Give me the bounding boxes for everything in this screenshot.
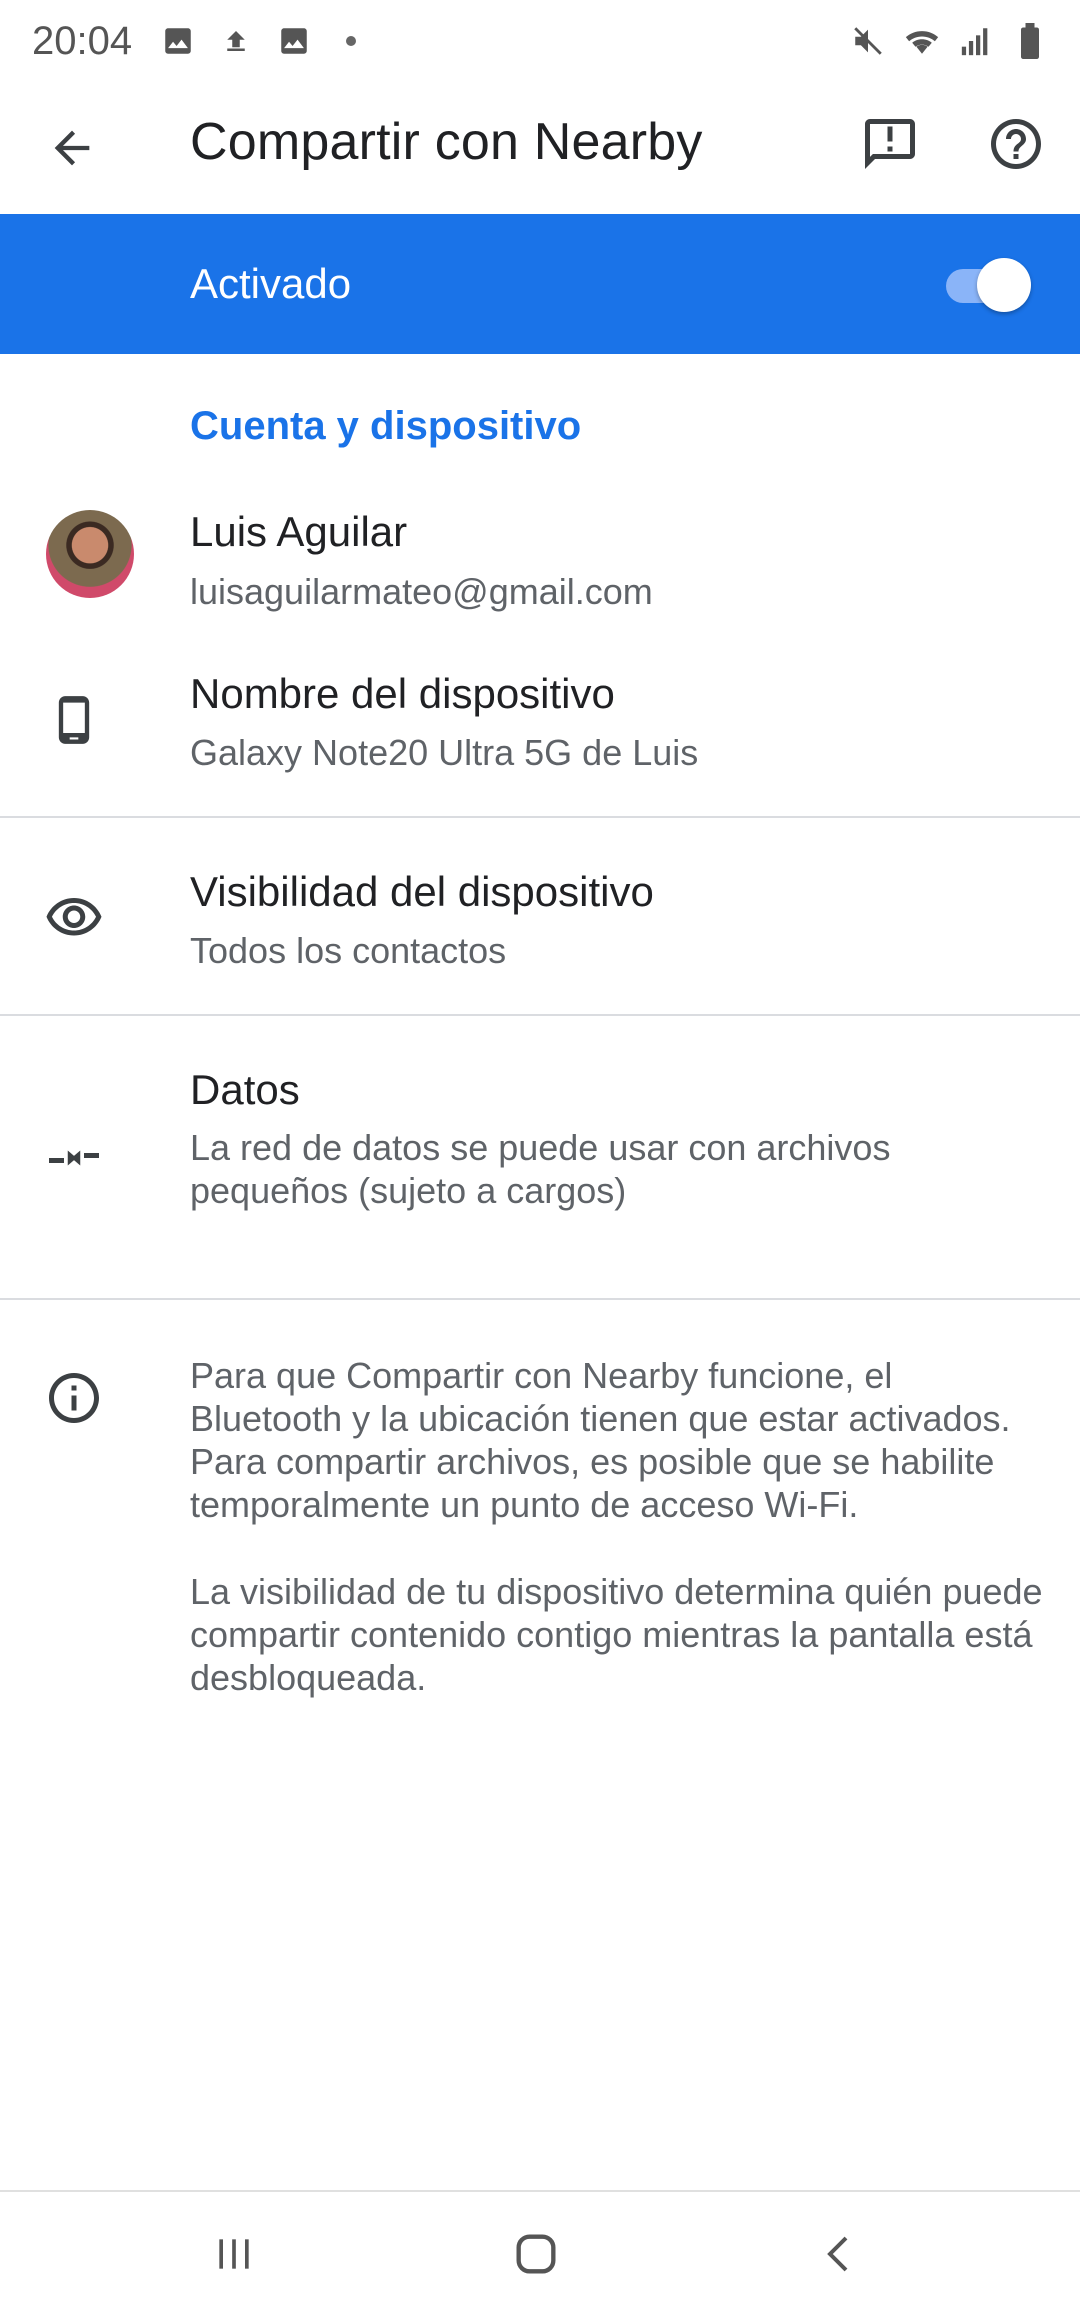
toggle-thumb [977,258,1031,312]
dot-icon [346,36,357,46]
home-icon [516,2234,556,2274]
status-bar: 20:04 [0,0,1080,82]
upload-icon [218,23,254,59]
status-time: 20:04 [32,18,133,63]
data-description: La red de datos se puede usar con archiv… [190,1127,891,1211]
master-toggle-switch[interactable] [942,258,1032,312]
recents-button[interactable] [194,2222,274,2286]
account-name: Luis Aguilar [190,508,408,555]
visibility-value: Todos los contactos [190,930,507,971]
signal-icon [958,23,994,59]
wifi-icon [904,23,940,59]
section-header: Cuenta y dispositivo [190,404,582,448]
device-name-value: Galaxy Note20 Ultra 5G de Luis [190,732,699,773]
avatar [46,510,134,598]
divider [0,1014,1080,1016]
visibility-title: Visibilidad del dispositivo [190,868,654,915]
recents-icon [219,2239,249,2269]
home-button[interactable] [496,2222,576,2286]
nearby-share-settings-screen: 20:04 Compartir con Nearby Activado Cuen… [0,0,1080,2316]
divider [0,816,1080,818]
data-title: Datos [190,1066,300,1113]
smartphone-icon [42,688,106,752]
master-switch-label: Activado [190,260,352,307]
system-nav-bar [0,2190,1080,2316]
device-name-title: Nombre del dispositivo [190,670,615,717]
help-button[interactable] [984,112,1048,176]
eye-icon [42,886,106,950]
battery-icon [1012,23,1048,59]
master-switch-bar[interactable]: Activado [0,214,1080,354]
page-title: Compartir con Nearby [190,113,703,171]
info-icon [42,1366,106,1430]
account-email: luisaguilarmateo@gmail.com [190,571,653,612]
help-icon [991,119,1041,169]
divider [0,1298,1080,1300]
back-icon [827,2236,848,2272]
feedback-button[interactable] [858,112,922,176]
info-paragraph-requirements: Para que Compartir con Nearby funcione, … [190,1355,1011,1525]
back-arrow-button[interactable] [40,116,104,180]
status-right-icons [832,23,1048,59]
system-back-button[interactable] [800,2222,880,2286]
image-icon [276,23,312,59]
feedback-icon [865,119,915,169]
app-bar: Compartir con Nearby [0,82,1080,214]
info-paragraph-visibility: La visibilidad de tu dispositivo determi… [190,1571,1043,1698]
image-icon [160,23,196,59]
mute-icon [850,23,886,59]
arrow-back-icon [54,130,90,166]
compress-arrows-icon [42,1126,106,1190]
